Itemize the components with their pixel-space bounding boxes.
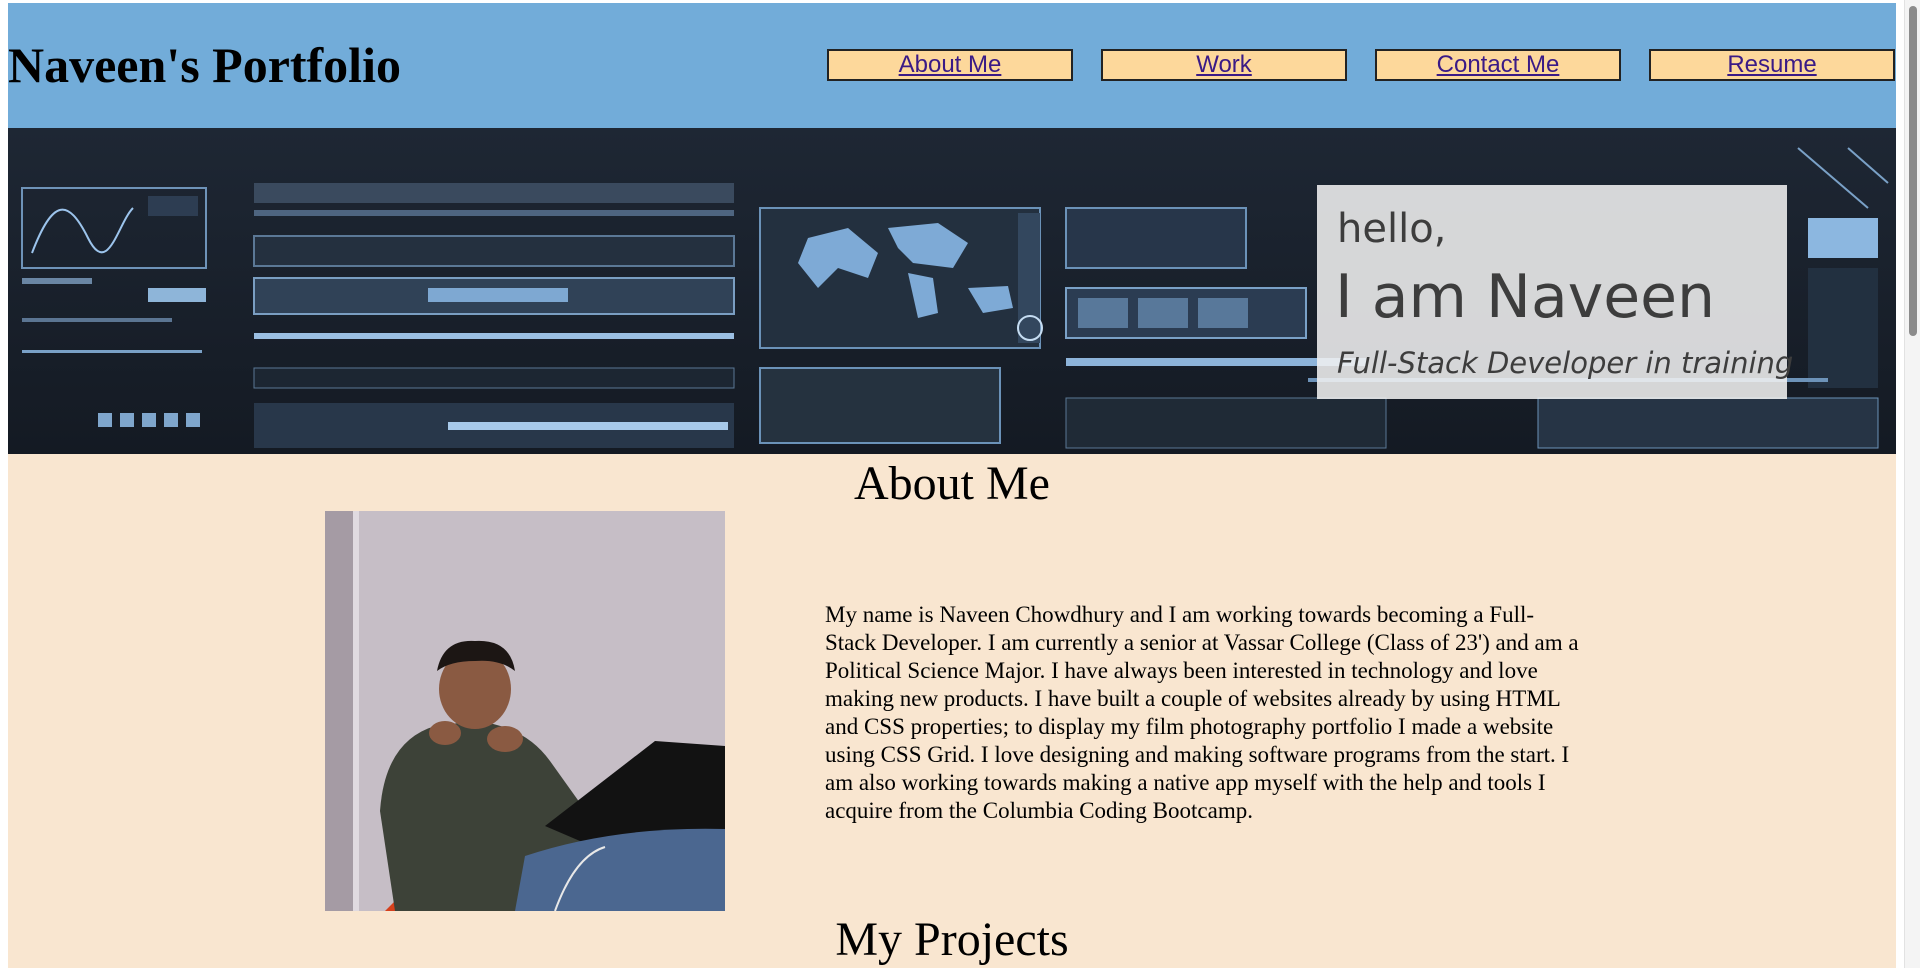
nav-button-resume: Resume [1649,49,1895,81]
nav-link-contact-me[interactable]: Contact Me [1437,51,1560,78]
hero-intro-card: hello, I am Naveen Full-Stack Developer … [1317,185,1793,399]
nav-link-about-me[interactable]: About Me [899,51,1002,78]
hero-role: Full-Stack Developer in training [1337,346,1794,380]
scrollbar-thumb[interactable] [1909,6,1917,336]
nav-button-work: Work [1101,49,1347,81]
vertical-scrollbar[interactable] [1904,0,1920,968]
page: Naveen's Portfolio About Me Work Contact… [8,3,1896,968]
site-title: Naveen's Portfolio [8,37,401,93]
nav-button-about-me: About Me [827,49,1073,81]
site-header: Naveen's Portfolio About Me Work Contact… [8,3,1896,128]
nav-link-resume[interactable]: Resume [1727,51,1816,78]
profile-photo [325,511,725,911]
nav-link-work[interactable]: Work [1196,51,1252,78]
about-bio: My name is Naveen Chowdhury and I am wor… [825,602,1579,823]
hero-banner: hello, I am Naveen Full-Stack Developer … [8,128,1896,454]
portrait-photo-icon [325,511,725,911]
hero-greeting: hello, [1337,206,1447,252]
projects-heading: My Projects [835,913,1069,966]
about-heading: About Me [854,457,1050,510]
hero-name: I am Naveen [1335,262,1716,332]
nav-button-contact-me: Contact Me [1375,49,1621,81]
